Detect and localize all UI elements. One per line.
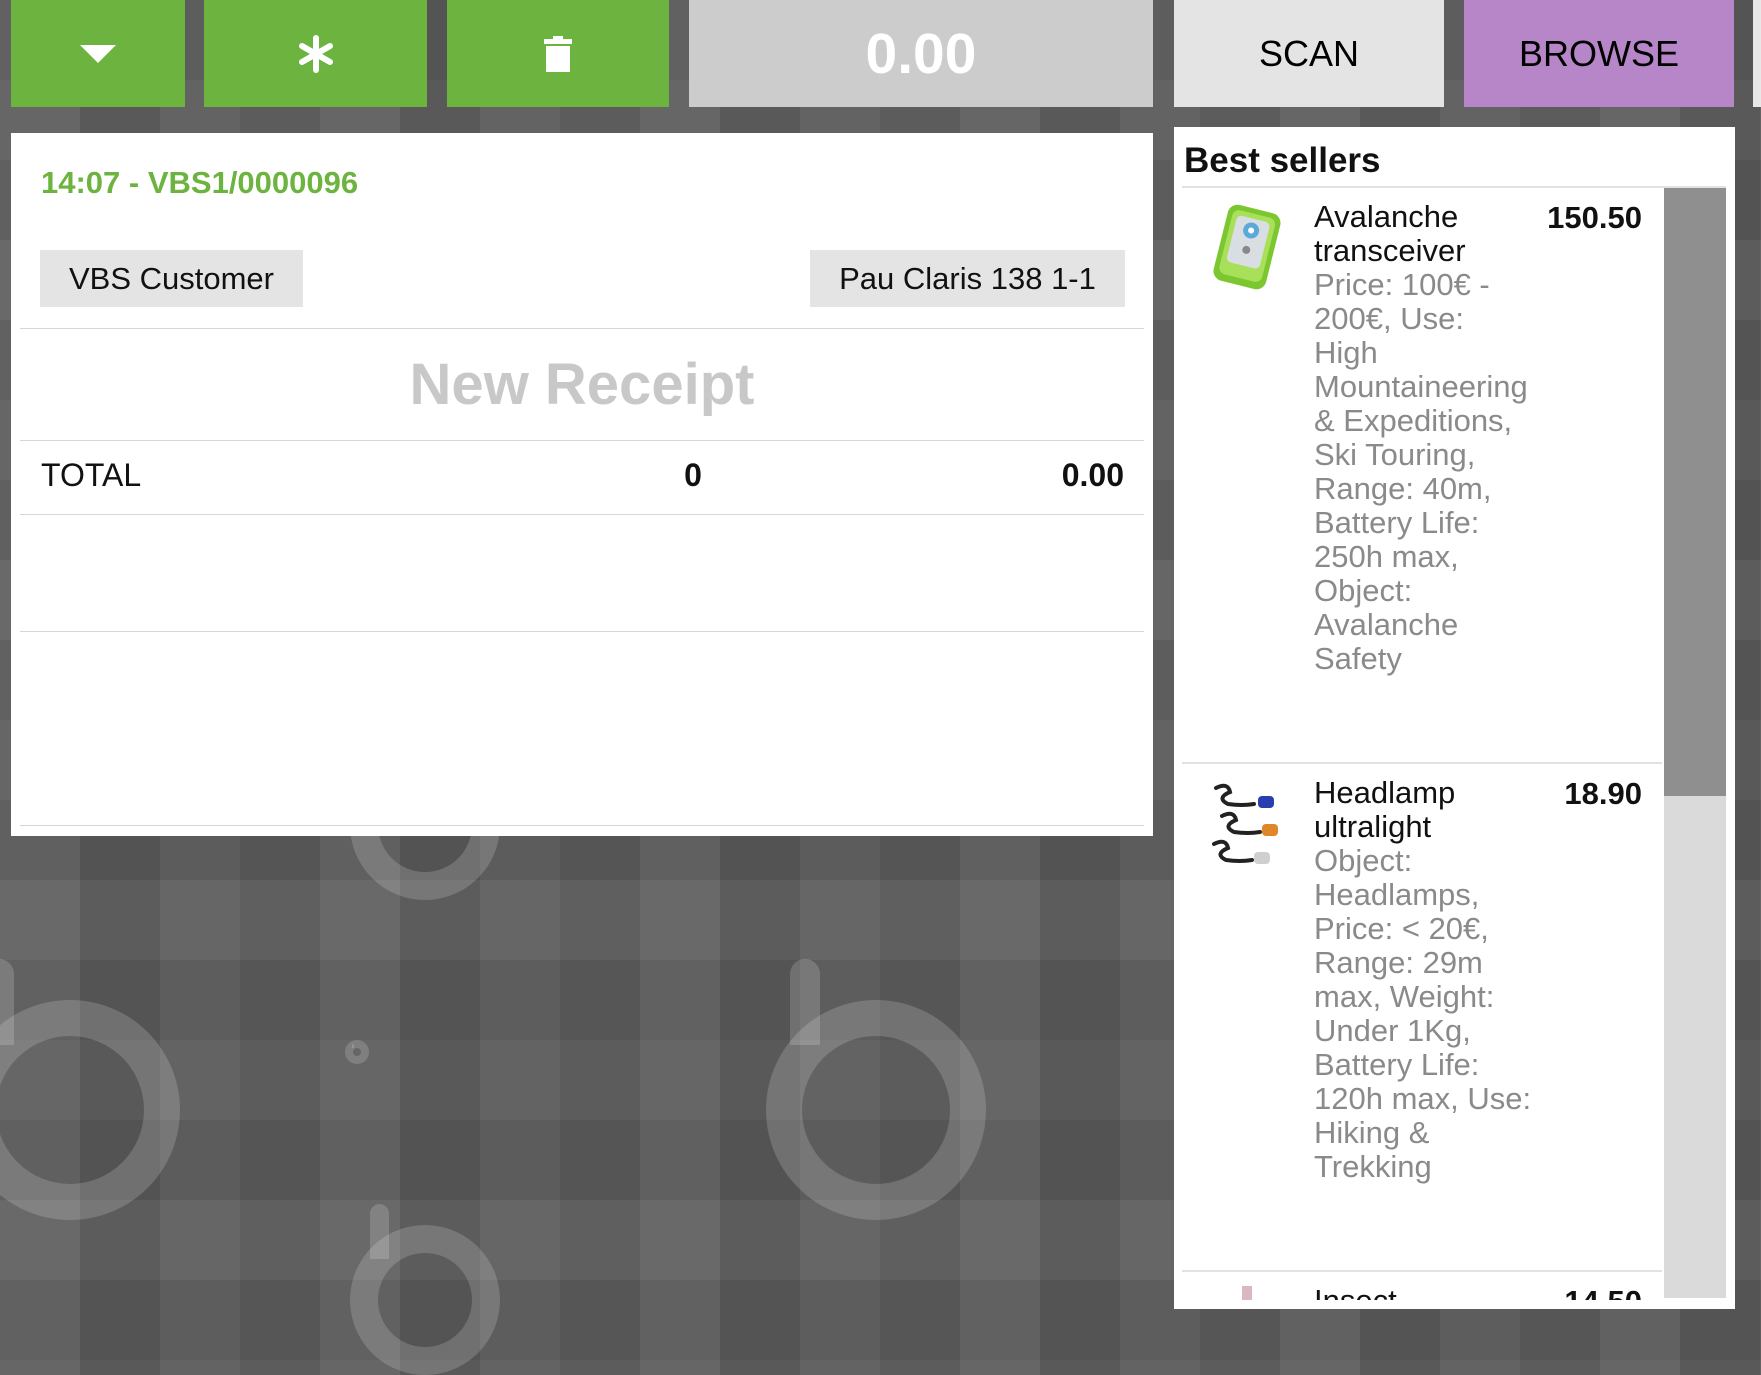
product-item-insect[interactable]: Insect 14.50 <box>1182 1272 1662 1300</box>
dropdown-button[interactable] <box>11 0 185 107</box>
product-name: Avalanche transceiver <box>1314 199 1466 268</box>
scrollbar-thumb[interactable] <box>1664 188 1726 796</box>
customer-button[interactable]: VBS Customer <box>40 250 303 307</box>
total-quantity: 0 <box>684 457 702 493</box>
product-price: 14.50 <box>1564 1284 1642 1300</box>
total-display-value: 0.00 <box>865 21 977 86</box>
bestsellers-list[interactable]: Avalanche transceiver Price: 100€ - 200€… <box>1182 188 1662 1300</box>
chevron-down-icon <box>80 44 116 63</box>
receipt-panel: 14:07 - VBS1/0000096 VBS Customer Pau Cl… <box>11 133 1153 836</box>
insect-product-image <box>1242 1286 1252 1300</box>
total-amount: 0.00 <box>1061 457 1124 493</box>
background-logo <box>766 959 986 1220</box>
product-item-avalanche-transceiver[interactable]: Avalanche transceiver Price: 100€ - 200€… <box>1182 188 1662 762</box>
browse-button[interactable]: BROWSE <box>1464 0 1734 107</box>
location-label: Pau Claris 138 1-1 <box>839 260 1096 296</box>
divider <box>20 514 1144 515</box>
total-display: 0.00 <box>689 0 1153 107</box>
divider <box>20 825 1144 826</box>
total-label: TOTAL <box>41 457 142 493</box>
background-logo <box>0 959 180 1220</box>
product-name: Headlamp ultralight <box>1314 775 1456 844</box>
background-logo <box>345 1040 369 1064</box>
scan-button[interactable]: SCAN <box>1174 0 1444 107</box>
divider <box>20 631 1144 632</box>
new-receipt-placeholder: New Receipt <box>409 352 755 417</box>
avalanche-transceiver-image <box>1213 204 1281 290</box>
delete-button[interactable] <box>447 0 669 107</box>
product-description: Object: Headlamps, Price: < 20€, Range: … <box>1314 843 1532 1184</box>
bestsellers-panel: Best sellers Avalanche transceiver Price… <box>1174 127 1735 1309</box>
product-item-headlamp[interactable]: Headlamp ultralight Object: Headlamps, P… <box>1182 764 1662 1270</box>
receipt-header: 14:07 - VBS1/0000096 <box>41 165 359 200</box>
divider <box>20 440 1144 441</box>
bestsellers-title: Best sellers <box>1184 141 1381 180</box>
trash-icon <box>544 35 572 72</box>
product-name: Insect <box>1314 1284 1524 1301</box>
asterisk-button[interactable] <box>204 0 427 107</box>
product-price: 150.50 <box>1547 200 1642 235</box>
product-description: Price: 100€ - 200€, Use: High Mountainee… <box>1314 267 1528 676</box>
divider <box>20 328 1144 329</box>
scan-button-label: SCAN <box>1258 32 1360 74</box>
product-price: 18.90 <box>1564 776 1642 811</box>
customer-label: VBS Customer <box>68 260 274 296</box>
asterisk-icon <box>298 34 333 73</box>
background-logo <box>350 1204 500 1375</box>
location-button[interactable]: Pau Claris 138 1-1 <box>810 250 1125 307</box>
headlamp-image <box>1212 783 1278 864</box>
browse-button-label: BROWSE <box>1518 32 1679 74</box>
hidden-panel-edge <box>1753 0 1761 107</box>
